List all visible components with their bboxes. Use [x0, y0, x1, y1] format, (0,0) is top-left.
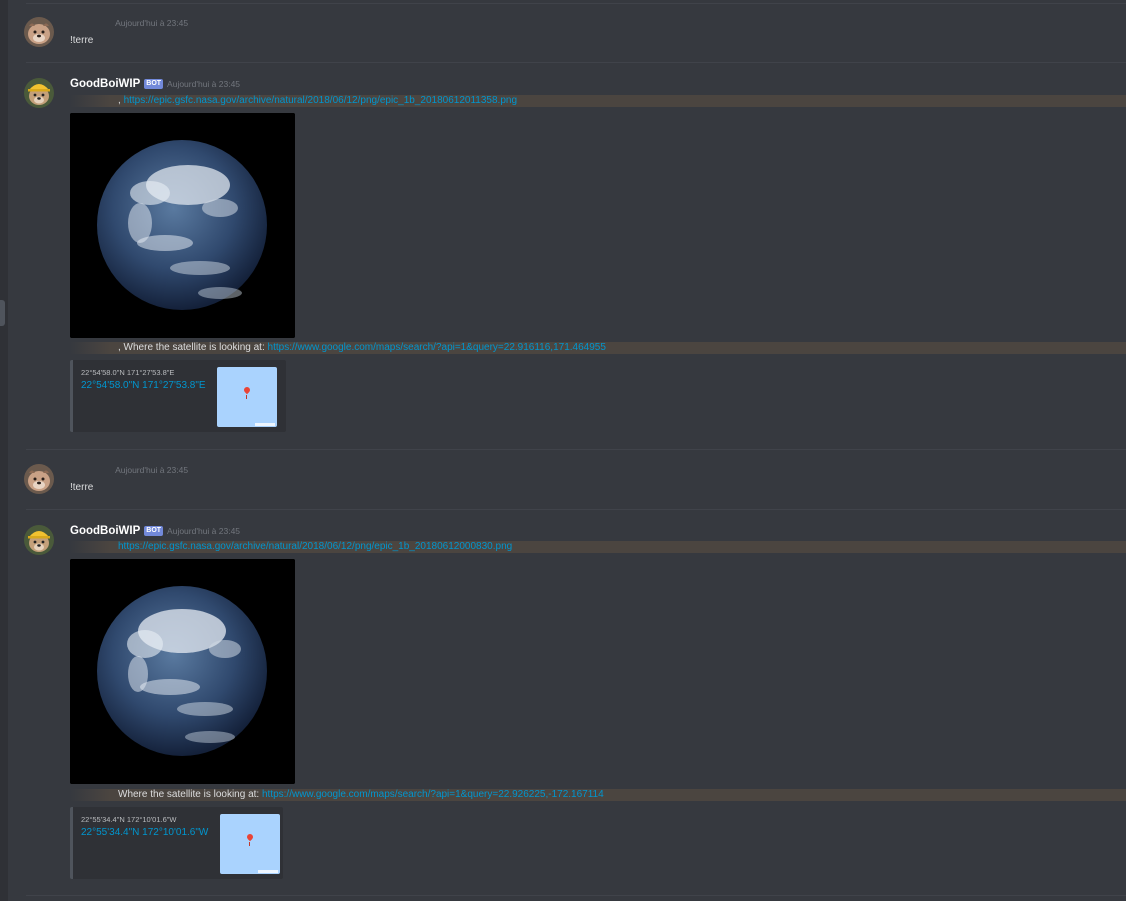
message-divider	[26, 895, 1126, 896]
dog-hardhat-avatar-icon[interactable]	[24, 525, 54, 555]
image-link[interactable]: https://epic.gsfc.nasa.gov/archive/natur…	[118, 541, 512, 552]
earth-image[interactable]	[70, 113, 295, 338]
highlighted-line: https://epic.gsfc.nasa.gov/archive/natur…	[70, 541, 1126, 553]
satellite-prefix: , Where the satellite is looking at:	[118, 342, 268, 353]
maps-link[interactable]: https://www.google.com/maps/search/?api=…	[262, 789, 604, 800]
highlighted-line: , https://epic.gsfc.nasa.gov/archive/nat…	[70, 95, 1126, 107]
message-header: Aujourd'hui à 23:45	[70, 464, 188, 480]
embed-title[interactable]: 22°55'34.4"N 172°10'01.6"W	[81, 827, 208, 838]
earth-icon	[70, 113, 295, 338]
timestamp: Aujourd'hui à 23:45	[167, 79, 241, 89]
message-divider	[26, 3, 1126, 4]
timestamp: Aujourd'hui à 23:45	[115, 18, 189, 28]
map-pin-icon	[245, 832, 255, 842]
timestamp: Aujourd'hui à 23:45	[115, 465, 189, 475]
username[interactable]: GoodBoiWIP	[70, 525, 140, 537]
bot-tag: BOT	[144, 79, 164, 89]
map-thumbnail[interactable]	[217, 367, 277, 427]
message-text: !terre	[70, 35, 94, 46]
bot-tag: BOT	[144, 526, 164, 536]
maps-link[interactable]: https://www.google.com/maps/search/?api=…	[268, 342, 606, 353]
message-divider	[26, 449, 1126, 450]
highlighted-line: , Where the satellite is looking at: htt…	[70, 342, 1126, 354]
map-embed: 22°54'58.0"N 171°27'53.8"E 22°54'58.0"N …	[70, 360, 286, 432]
scroll-handle[interactable]	[0, 300, 5, 326]
chat-messages: Aujourd'hui à 23:45 !terre GoodBoiWIP BOT…	[8, 0, 1126, 901]
timestamp: Aujourd'hui à 23:45	[167, 526, 241, 536]
username[interactable]: GoodBoiWIP	[70, 78, 140, 90]
map-embed: 22°55'34.4"N 172°10'01.6"W 22°55'34.4"N …	[70, 807, 283, 879]
embed-title[interactable]: 22°54'58.0"N 171°27'53.8"E	[81, 380, 206, 391]
message-header: GoodBoiWIP BOT Aujourd'hui à 23:45	[70, 525, 240, 541]
message-divider	[26, 62, 1126, 63]
map-pin-icon	[242, 385, 252, 395]
message-header: GoodBoiWIP BOT Aujourd'hui à 23:45	[70, 78, 240, 94]
message-text: !terre	[70, 482, 94, 493]
message-header: Aujourd'hui à 23:45	[70, 17, 188, 33]
message-divider	[26, 509, 1126, 510]
earth-icon	[70, 559, 295, 784]
dog-avatar-icon[interactable]	[24, 17, 54, 47]
dog-hardhat-avatar-icon[interactable]	[24, 78, 54, 108]
left-rail	[0, 0, 8, 901]
image-link[interactable]: https://epic.gsfc.nasa.gov/archive/natur…	[124, 95, 517, 106]
embed-provider: 22°54'58.0"N 171°27'53.8"E	[81, 368, 175, 377]
dog-avatar-icon[interactable]	[24, 464, 54, 494]
map-thumbnail[interactable]	[220, 814, 280, 874]
satellite-prefix: Where the satellite is looking at:	[118, 789, 262, 800]
earth-image[interactable]	[70, 559, 295, 784]
highlighted-line: Where the satellite is looking at: https…	[70, 789, 1126, 801]
embed-provider: 22°55'34.4"N 172°10'01.6"W	[81, 815, 177, 824]
